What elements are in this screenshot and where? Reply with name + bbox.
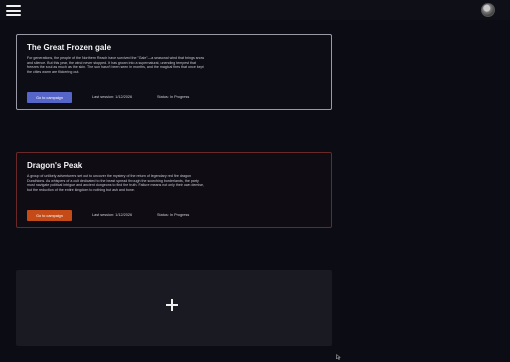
- campaign-card: Dragon's Peak A group of unlikely advent…: [16, 152, 332, 228]
- status-text: Status: In Progress: [157, 95, 190, 99]
- campaign-title: The Great Frozen gale: [27, 43, 112, 52]
- user-avatar[interactable]: [481, 3, 495, 17]
- add-campaign-card[interactable]: [16, 270, 332, 346]
- go-to-campaign-button[interactable]: Go to campaign: [27, 92, 72, 103]
- campaign-description: For generations, the people of the North…: [27, 56, 205, 74]
- campaign-footer: Go to campaign Last session: 1/12/2026 S…: [27, 92, 321, 103]
- campaign-title: Dragon's Peak: [27, 161, 83, 170]
- campaign-footer: Go to campaign Last session: 1/12/2026 S…: [27, 210, 321, 221]
- campaign-description: A group of unlikely adventurers set out …: [27, 174, 204, 192]
- last-session-text: Last session: 1/12/2026: [92, 95, 133, 99]
- go-to-campaign-button[interactable]: Go to campaign: [27, 210, 72, 221]
- campaign-card: The Great Frozen gale For generations, t…: [16, 34, 332, 110]
- plus-icon: [166, 299, 178, 311]
- hamburger-menu-icon[interactable]: [6, 5, 21, 16]
- mouse-cursor-icon: [336, 354, 341, 360]
- last-session-text: Last session: 1/12/2026: [92, 213, 133, 217]
- status-text: Status: In Progress: [157, 213, 190, 217]
- top-bar: [0, 0, 510, 20]
